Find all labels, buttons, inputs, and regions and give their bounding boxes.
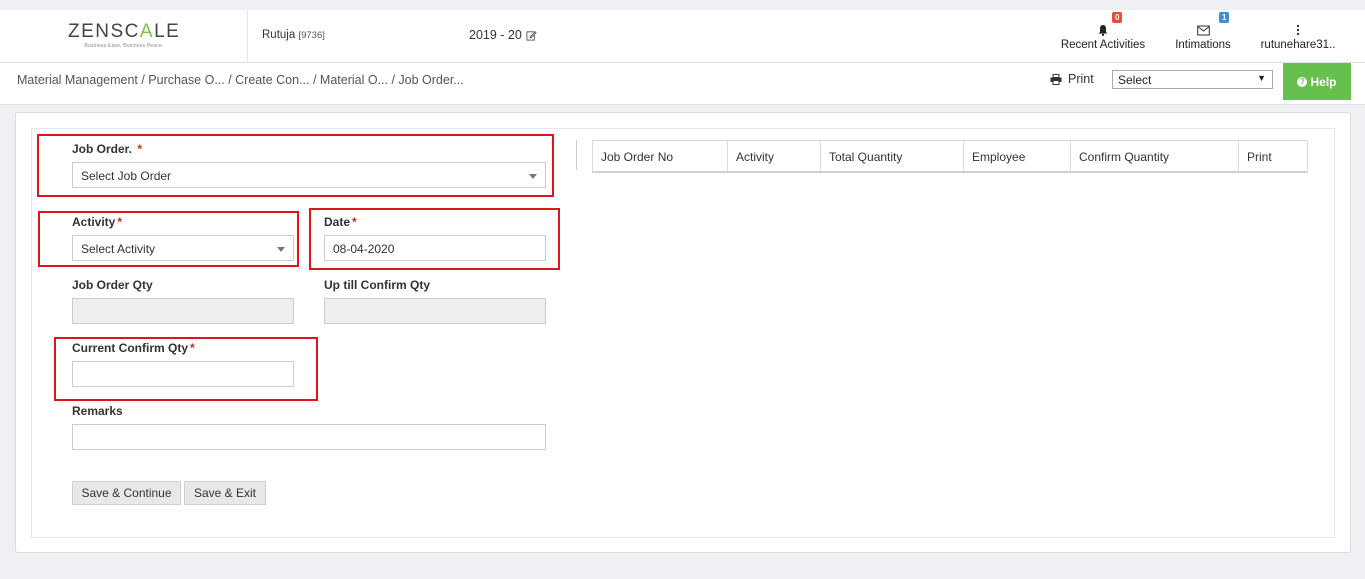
top-bar: ZENSCALE Business Ease, Business Peace. … (0, 0, 1365, 63)
breadcrumb-bar: Material Management / Purchase O... / Cr… (0, 63, 1365, 105)
divider (576, 140, 577, 170)
kebab-menu-icon (1296, 24, 1300, 36)
help-label: Help (1310, 74, 1337, 89)
recent-activities[interactable]: 0 Recent Activities (1058, 12, 1148, 51)
user-name: Rutuja [9736] (262, 29, 325, 41)
save-exit-button[interactable]: Save & Exit (184, 481, 266, 505)
fiscal-year-text: 2019 - 20 (469, 28, 522, 42)
printer-icon (1050, 73, 1062, 85)
remarks-label: Remarks (72, 404, 123, 418)
logo-text-end: LE (154, 21, 181, 42)
logo-tagline: Business Ease, Business Peace. (84, 43, 164, 49)
top-select[interactable]: Select ▼ (1112, 70, 1273, 89)
column-header[interactable]: Job Order No (593, 141, 728, 171)
remarks-input[interactable] (72, 424, 546, 450)
question-circle-icon: ? (1297, 76, 1308, 87)
logo-text-accent: A (139, 21, 155, 42)
save-continue-button[interactable]: Save & Continue (72, 481, 181, 505)
help-button[interactable]: ? Help (1283, 63, 1351, 100)
edit-icon[interactable] (526, 30, 537, 41)
intimations-label: Intimations (1175, 39, 1231, 51)
highlight-box (54, 337, 318, 401)
intimations-badge: 1 (1219, 12, 1230, 23)
up-till-confirm-qty-label: Up till Confirm Qty (324, 278, 430, 292)
top-select-value: Select (1118, 73, 1152, 87)
user-id: [9736] (298, 30, 325, 41)
job-order-table-header: Job Order No Activity Total Quantity Emp… (592, 140, 1308, 173)
print-button[interactable]: Print (1050, 72, 1094, 86)
user-name-text: Rutuja (262, 29, 296, 41)
highlight-box (309, 208, 560, 270)
fiscal-year[interactable]: 2019 - 20 (469, 28, 537, 42)
column-header[interactable]: Employee (964, 141, 1071, 171)
recent-activities-badge: 0 (1112, 12, 1123, 23)
highlight-box (38, 211, 299, 267)
recent-activities-label: Recent Activities (1060, 39, 1146, 51)
job-order-qty-label: Job Order Qty (72, 278, 153, 292)
column-header[interactable]: Confirm Quantity (1071, 141, 1239, 171)
intimations[interactable]: 1 Intimations (1170, 12, 1236, 51)
breadcrumb[interactable]: Material Management / Purchase O... / Cr… (17, 73, 464, 87)
dropdown-arrow-icon: ▼ (1257, 73, 1266, 83)
account-menu[interactable]: rutunehare31.. (1258, 18, 1338, 51)
column-header[interactable]: Total Quantity (821, 141, 964, 171)
job-order-qty-field (72, 298, 294, 324)
print-label: Print (1068, 72, 1094, 86)
envelope-icon (1196, 25, 1210, 36)
column-header[interactable]: Activity (728, 141, 821, 171)
account-label: rutunehare31.. (1260, 39, 1336, 51)
logo-text: ZENSC (68, 21, 140, 42)
zenscale-logo[interactable]: ZENSCALE Business Ease, Business Peace. (68, 21, 181, 50)
divider (247, 10, 248, 62)
column-header[interactable]: Print (1239, 141, 1307, 171)
bell-icon (1098, 25, 1108, 36)
highlight-box (37, 134, 554, 197)
up-till-confirm-qty-field (324, 298, 546, 324)
